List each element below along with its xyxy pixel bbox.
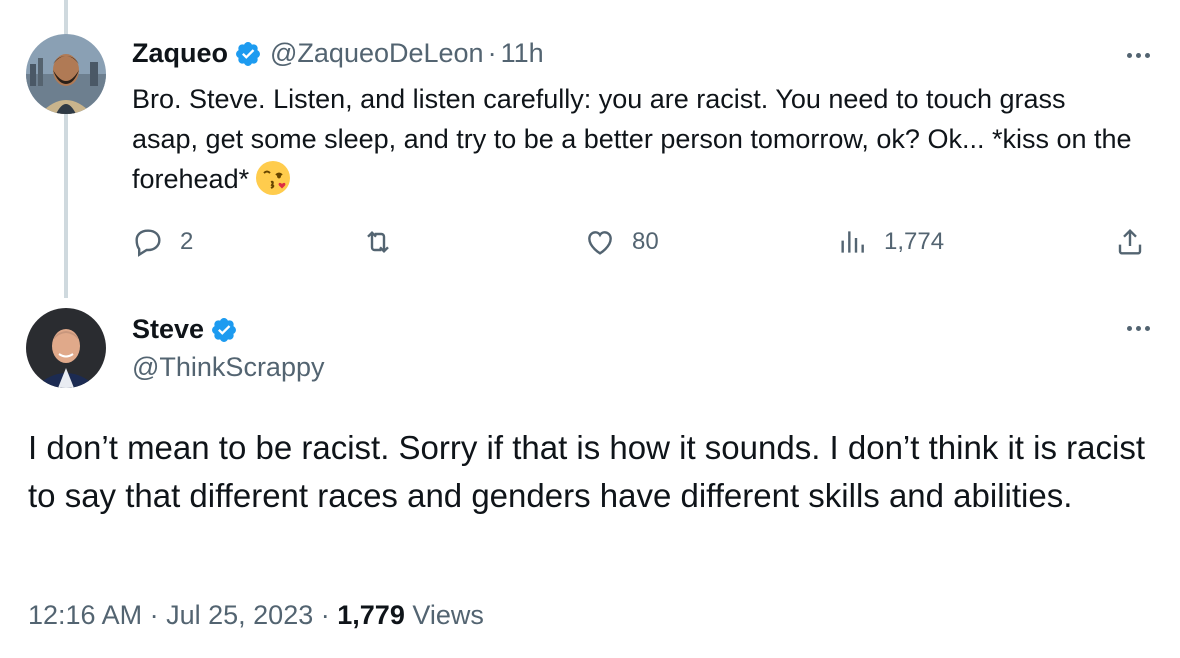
reply-display-name[interactable]: Zaqueo: [132, 38, 228, 69]
comment-bubble-icon: [135, 229, 161, 257]
main-tweet-header: Steve: [132, 314, 238, 345]
avatar-zaqueo[interactable]: [26, 34, 106, 114]
tweet-time[interactable]: 12:16 AM: [28, 600, 142, 630]
retweet-button[interactable]: [362, 226, 410, 258]
views-count: 1,774: [884, 228, 945, 255]
main-handle[interactable]: @ThinkScrappy: [132, 352, 324, 383]
tweet-date[interactable]: Jul 25, 2023: [166, 600, 313, 630]
verified-badge-icon[interactable]: [234, 40, 262, 68]
avatar-steve[interactable]: [26, 308, 106, 388]
heart-icon: [588, 231, 612, 255]
main-display-name[interactable]: Steve: [132, 314, 204, 345]
retweet-icon: [367, 230, 389, 254]
reply-button[interactable]: 2: [132, 226, 193, 258]
verified-badge-icon[interactable]: [210, 316, 238, 344]
reply-tweet-text: Bro. Steve. Listen, and listen carefully…: [132, 79, 1132, 199]
analytics-bars-icon: [841, 231, 864, 253]
views-label: Views: [412, 600, 484, 630]
main-tweet-text: I don’t mean to be racist. Sorry if that…: [28, 429, 1145, 514]
reply-timestamp[interactable]: 11h: [501, 38, 544, 69]
reply-header: Zaqueo @ZaqueoDeLeon · 11h: [132, 38, 544, 69]
share-button[interactable]: [1114, 226, 1146, 258]
reply-count: 2: [180, 228, 194, 255]
views-button[interactable]: 1,774: [836, 226, 944, 258]
kiss-face-emoji-icon: [255, 160, 291, 196]
reply-action-bar: 2 80 1,774: [132, 224, 1150, 264]
separator-dot: ·: [149, 600, 159, 630]
reply-more-options-icon[interactable]: [1120, 45, 1156, 65]
main-more-options-icon[interactable]: [1120, 318, 1156, 338]
views-total: 1,779: [337, 600, 405, 630]
like-count: 80: [632, 228, 659, 255]
reply-handle[interactable]: @ZaqueoDeLeon: [270, 38, 484, 69]
share-upload-icon: [1118, 228, 1142, 255]
tweet-metadata: 12:16 AM · Jul 25, 2023 · 1,779 Views: [28, 600, 484, 631]
separator-dot: ·: [487, 38, 497, 68]
like-button[interactable]: 80: [584, 226, 659, 258]
main-handle-row: @ThinkScrappy: [132, 352, 324, 383]
separator-dot: ·: [320, 600, 330, 630]
